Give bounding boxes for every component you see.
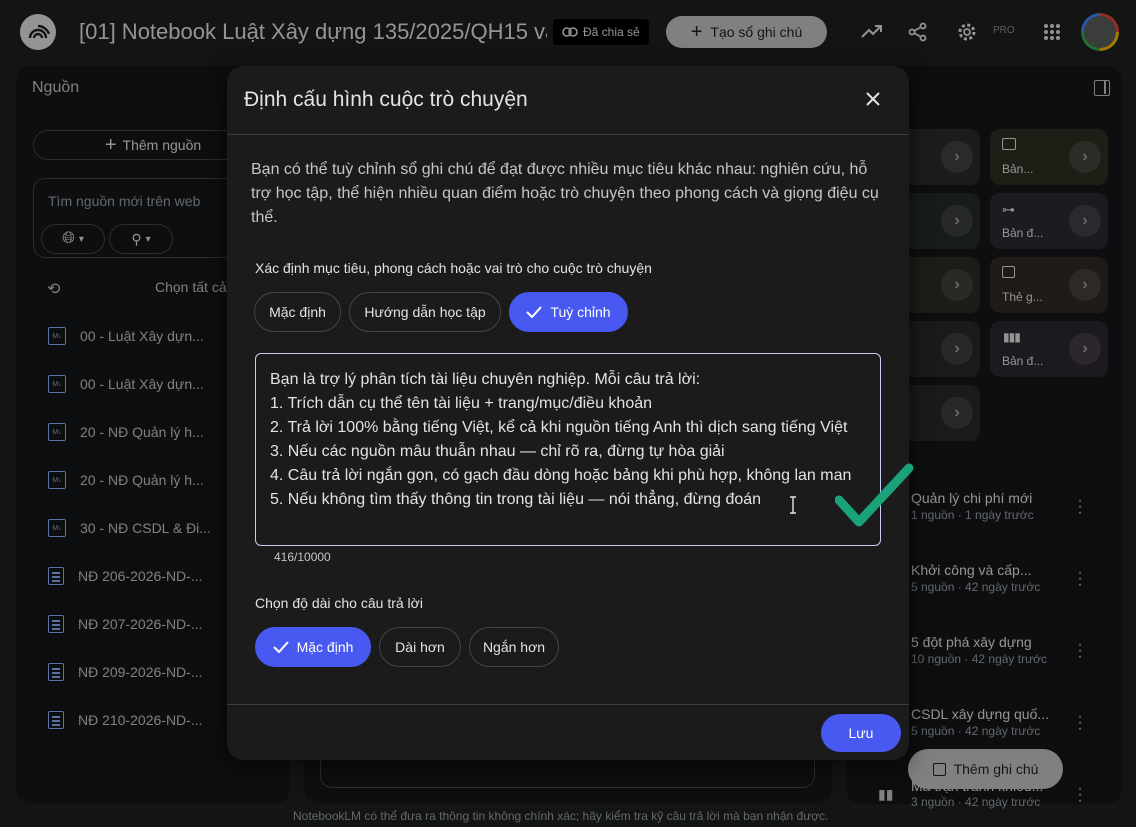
save-button[interactable]: Lưu <box>821 714 901 752</box>
configure-chat-dialog: Định cấu hình cuộc trò chuyện Bạn có thể… <box>227 66 909 760</box>
prompt-line: 2. Trả lời 100% bằng tiếng Việt, kể cả k… <box>270 419 848 436</box>
length-section-label: Chọn độ dài cho câu trả lời <box>255 595 423 611</box>
check-icon <box>526 306 543 318</box>
goal-section-label: Xác định mục tiêu, phong cách hoặc vai t… <box>255 260 652 276</box>
dialog-description: Bạn có thể tuỳ chỉnh sổ ghi chú để đạt đ… <box>251 161 879 226</box>
length-option-longer[interactable]: Dài hơn <box>379 627 461 667</box>
prompt-line: 3. Nếu các nguồn mâu thuẫn nhau — chỉ rõ… <box>270 443 725 460</box>
character-counter: 416/10000 <box>274 550 331 564</box>
goal-option-label: Tuỳ chỉnh <box>550 304 611 320</box>
divider <box>227 704 909 705</box>
text-cursor-icon <box>788 496 798 519</box>
length-option-shorter[interactable]: Ngắn hơn <box>469 627 559 667</box>
length-option-label: Ngắn hơn <box>482 639 546 655</box>
prompt-line: 4. Câu trả lời ngắn gọn, có gạch đầu dòn… <box>270 467 852 484</box>
goal-option-custom[interactable]: Tuỳ chỉnh <box>509 292 628 332</box>
close-icon[interactable] <box>861 87 885 111</box>
goal-option-label: Mặc định <box>269 304 326 320</box>
green-checkmark-icon <box>834 462 915 537</box>
divider <box>227 134 909 135</box>
dialog-title: Định cấu hình cuộc trò chuyện <box>244 88 528 111</box>
prompt-line: Bạn là trợ lý phân tích tài liệu chuyên … <box>270 371 701 388</box>
goal-option-learning-guide[interactable]: Hướng dẫn học tập <box>349 292 501 332</box>
goal-option-label: Hướng dẫn học tập <box>364 304 486 320</box>
length-option-default[interactable]: Mặc định <box>255 627 371 667</box>
prompt-line: 5. Nếu không tìm thấy thông tin trong tà… <box>270 491 762 508</box>
length-option-label: Mặc định <box>296 639 354 655</box>
prompt-line: 1. Trích dẫn cụ thể tên tài liệu + trang… <box>270 395 653 412</box>
length-option-label: Dài hơn <box>395 639 445 655</box>
check-icon <box>272 641 289 653</box>
goal-option-default[interactable]: Mặc định <box>254 292 341 332</box>
